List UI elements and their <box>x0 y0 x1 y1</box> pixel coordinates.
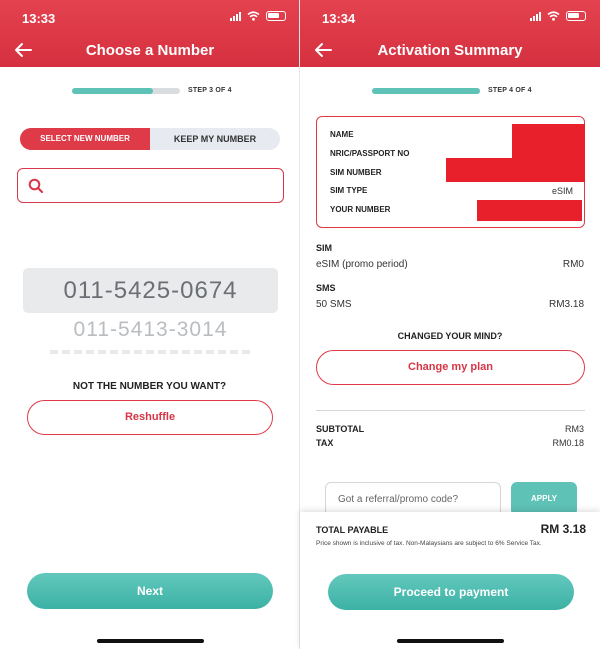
subtotal-label: SUBTOTAL <box>316 424 365 434</box>
reshuffle-button[interactable]: Reshuffle <box>27 400 273 435</box>
battery-icon <box>266 11 286 21</box>
sim-item: eSIM (promo period) <box>316 259 408 270</box>
status-icons <box>230 11 286 21</box>
divider <box>316 410 585 411</box>
total-payable-value: RM 3.18 <box>540 522 586 536</box>
sim-number-label: SIM NUMBER <box>330 168 382 177</box>
choose-number-screen: 13:33 Choose a Number STEP 3 OF 4 SELECT… <box>0 0 300 649</box>
redacted-your-number <box>477 200 582 221</box>
promo-code-input[interactable]: Got a referral/promo code? <box>325 482 501 516</box>
sms-section-title: SMS <box>316 283 336 293</box>
select-new-number-tab[interactable]: SELECT NEW NUMBER <box>20 128 150 150</box>
signal-icon <box>530 11 541 21</box>
search-icon <box>28 178 44 194</box>
sms-item: 50 SMS <box>316 299 352 310</box>
home-indicator <box>397 639 504 643</box>
number-search-input[interactable] <box>17 168 284 203</box>
page-title: Activation Summary <box>377 42 523 59</box>
tax-disclaimer: Price shown is inclusive of tax. Non-Mal… <box>316 540 542 547</box>
nric-passport-label: NRIC/PASSPORT NO <box>330 149 410 158</box>
battery-icon <box>566 11 586 21</box>
step-indicator: STEP 3 OF 4 <box>188 87 232 94</box>
sim-type-label: SIM TYPE <box>330 186 368 195</box>
step-progress-bar <box>372 88 480 94</box>
status-time: 13:34 <box>322 11 356 26</box>
proceed-to-payment-button[interactable]: Proceed to payment <box>328 574 574 610</box>
step-progress-fill <box>72 88 153 94</box>
step-progress-bar <box>72 88 180 94</box>
status-time: 13:33 <box>22 11 56 26</box>
not-number-prompt: NOT THE NUMBER YOU WANT? <box>72 381 227 392</box>
signal-icon <box>230 11 241 21</box>
tax-value: RM0.18 <box>552 438 584 448</box>
tax-label: TAX <box>316 438 334 448</box>
wifi-icon <box>547 11 560 21</box>
number-option-toggle: SELECT NEW NUMBER KEEP MY NUMBER <box>20 128 280 150</box>
your-number-label: YOUR NUMBER <box>330 205 391 214</box>
selected-number[interactable]: 011-5425-0674 <box>23 268 278 313</box>
step-progress-fill <box>372 88 480 94</box>
app-header: 13:34 Activation Summary <box>300 0 600 67</box>
wifi-icon <box>247 11 260 21</box>
sim-type-value: eSIM <box>551 186 573 196</box>
next-button[interactable]: Next <box>27 573 273 609</box>
step-indicator: STEP 4 OF 4 <box>488 87 532 94</box>
sim-price: RM0 <box>562 259 584 270</box>
subtotal-value: RM3 <box>564 424 584 434</box>
home-indicator <box>97 639 204 643</box>
apply-button[interactable]: APPLY <box>511 482 577 516</box>
changed-mind-prompt: CHANGED YOUR MIND? <box>397 331 503 341</box>
sim-section-title: SIM <box>316 243 333 253</box>
alternate-number[interactable]: 011-5413-3014 <box>23 318 278 342</box>
sms-price: RM3.18 <box>548 299 584 310</box>
status-icons <box>530 11 586 21</box>
app-header: 13:33 Choose a Number <box>0 0 299 67</box>
change-plan-button[interactable]: Change my plan <box>316 350 585 385</box>
redacted-sim-number <box>446 158 585 182</box>
name-label: NAME <box>330 130 354 139</box>
faded-number <box>50 350 250 354</box>
page-title: Choose a Number <box>85 42 215 59</box>
keep-my-number-tab[interactable]: KEEP MY NUMBER <box>150 128 280 150</box>
total-payable-label: TOTAL PAYABLE <box>316 525 389 535</box>
